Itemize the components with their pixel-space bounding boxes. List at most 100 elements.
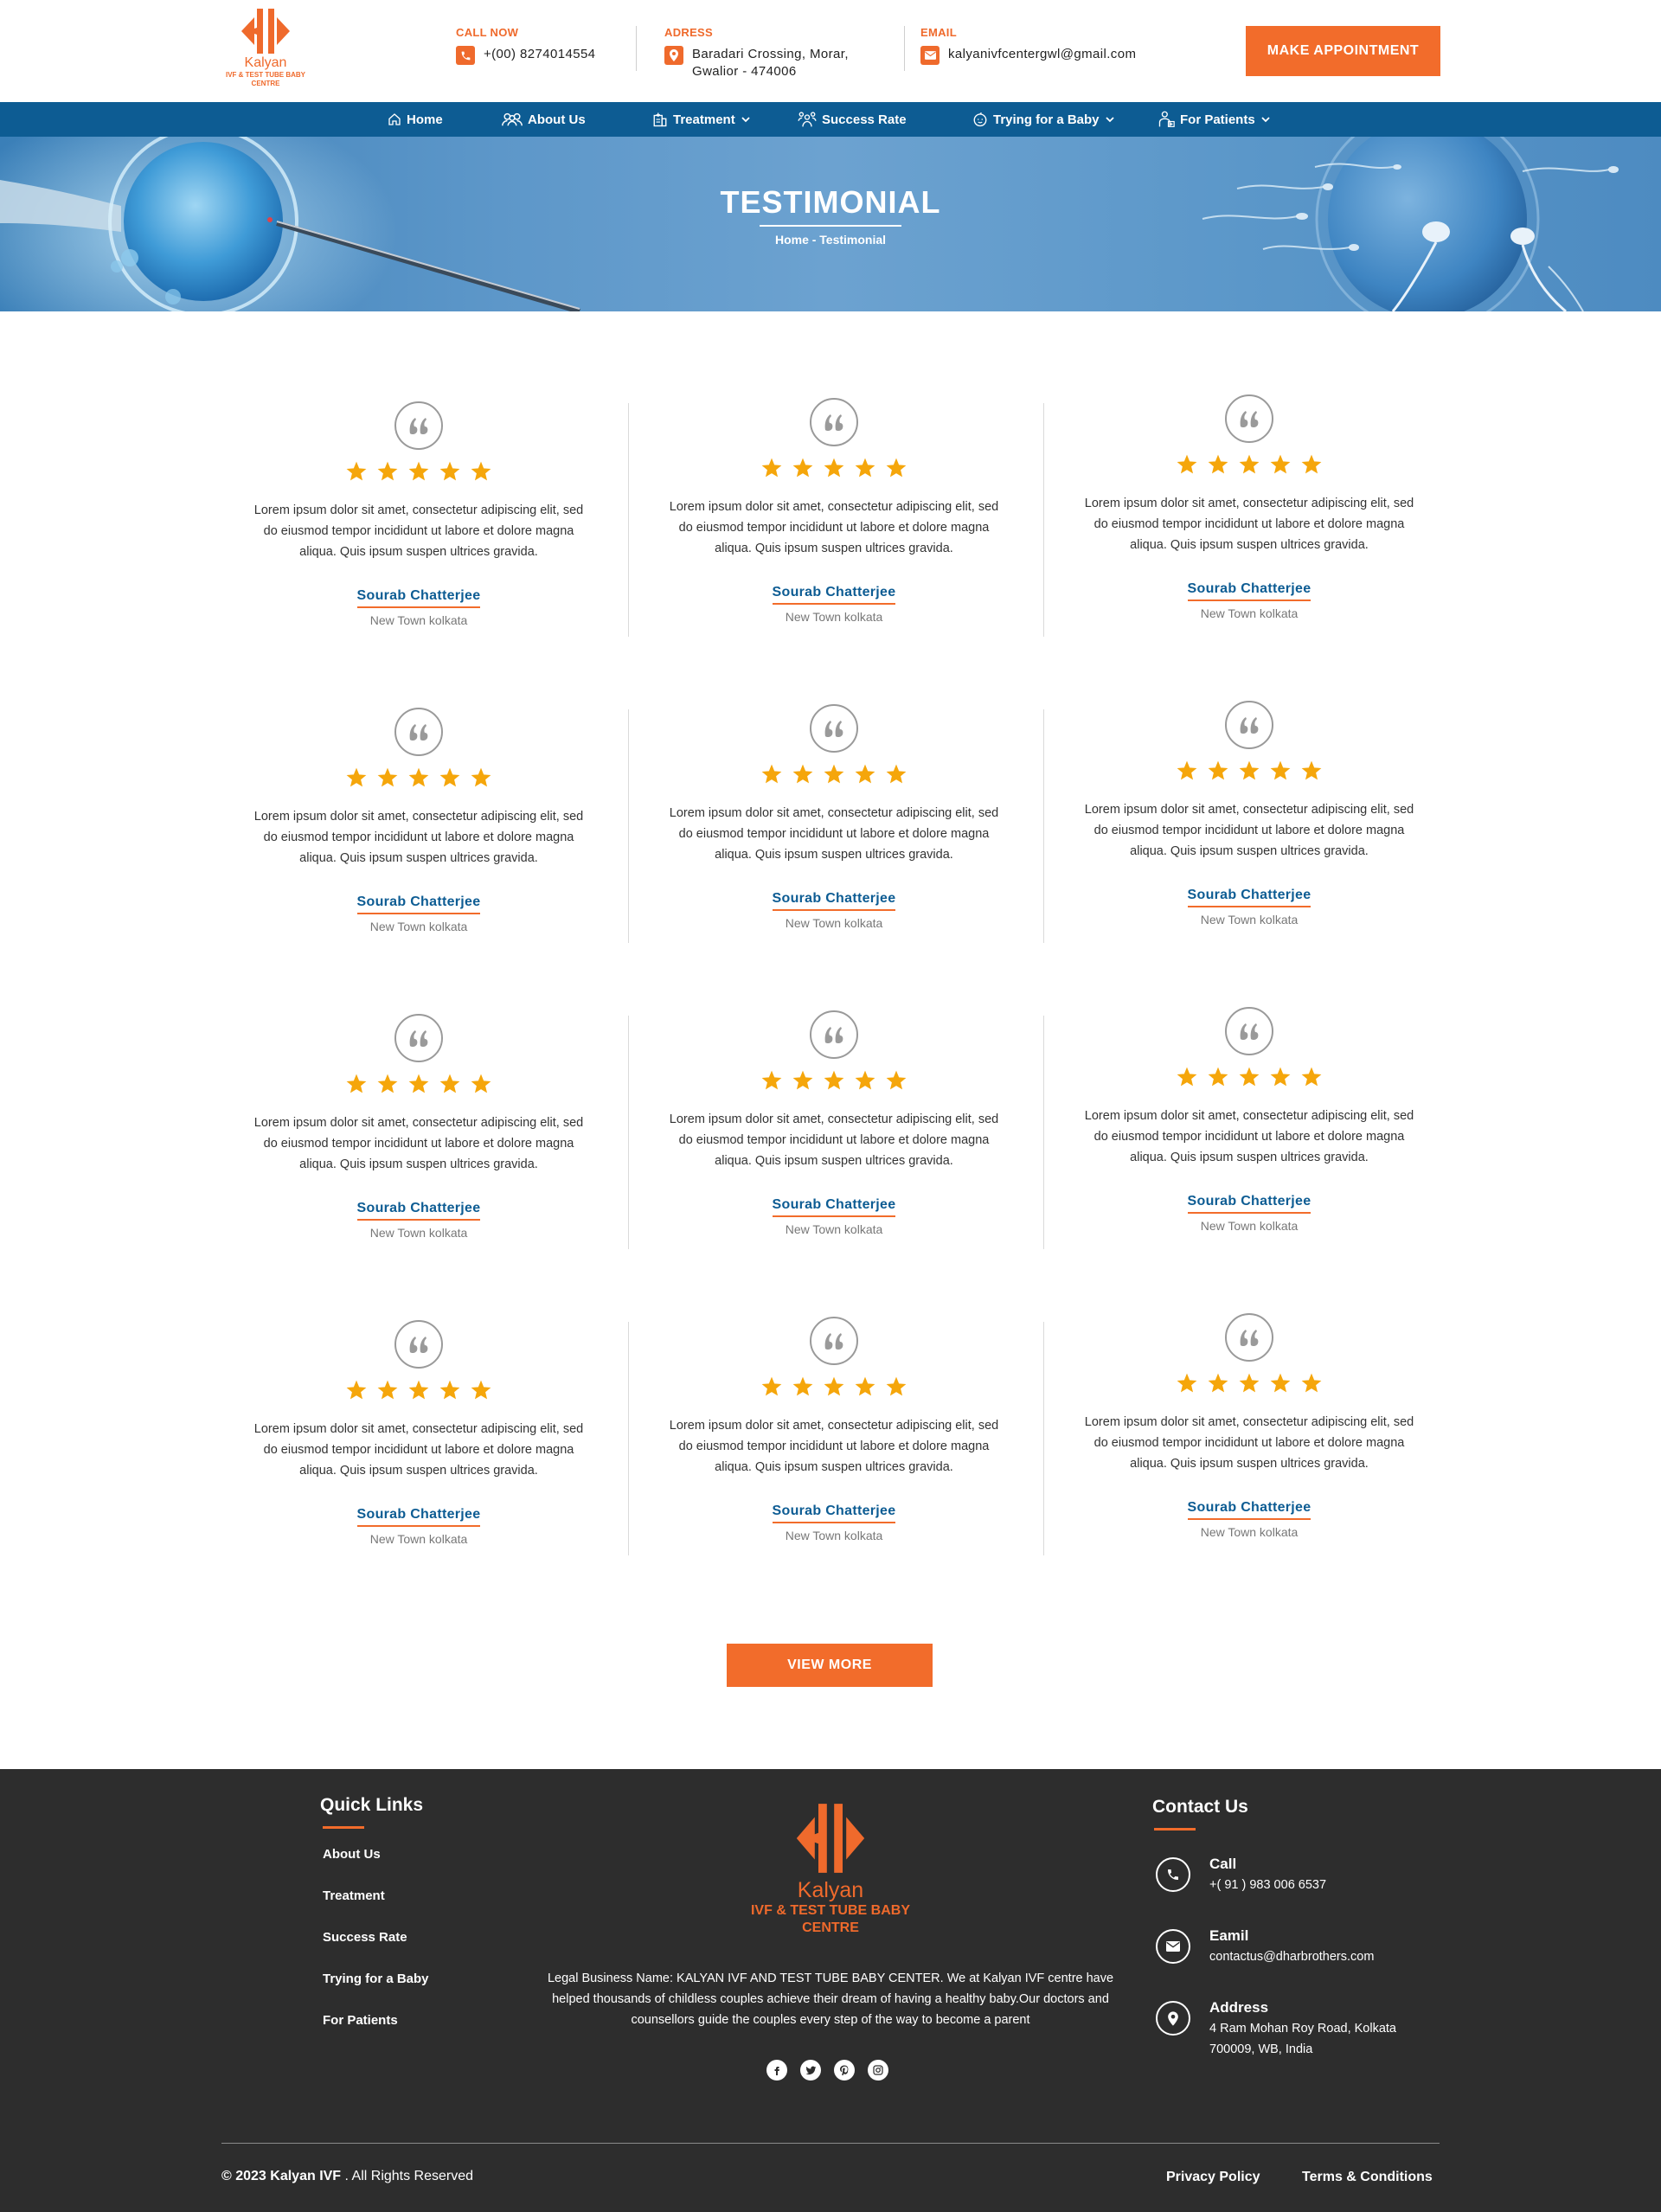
- nav-label-treatment: Treatment: [673, 112, 735, 127]
- star-icon: [818, 1375, 850, 1401]
- star-icon: [787, 457, 818, 483]
- quote-icon: [394, 708, 443, 756]
- star-rating: [211, 1379, 626, 1405]
- testimonial-author[interactable]: Sourab Chatterjee: [356, 894, 481, 914]
- privacy-policy-link[interactable]: Privacy Policy: [1166, 2170, 1260, 2185]
- email-value[interactable]: kalyanivfcentergwl@gmail.com: [948, 46, 1136, 63]
- star-icon: [1234, 1066, 1265, 1092]
- testimonial-card: Lorem ipsum dolor sit amet, consectetur …: [211, 401, 626, 627]
- pinterest-icon[interactable]: [834, 2060, 855, 2081]
- star-icon: [881, 1069, 912, 1095]
- site-logo[interactable]: Kalyan IVF & TEST TUBE BABY CENTRE: [215, 9, 317, 95]
- star-rating: [211, 766, 626, 792]
- testimonial-text: Lorem ipsum dolor sit amet, consectetur …: [1084, 1109, 1414, 1164]
- testimonial-author[interactable]: Sourab Chatterjee: [772, 585, 896, 605]
- quote-icon: [394, 1320, 443, 1369]
- header-divider: [904, 26, 905, 71]
- page-title: TESTIMONIAL: [720, 184, 941, 220]
- testimonial-location: New Town kolkata: [369, 1532, 468, 1546]
- nav-label-for-patients: For Patients: [1180, 112, 1255, 127]
- testimonial-card: Lorem ipsum dolor sit amet, consectetur …: [211, 1014, 626, 1240]
- contact-email-value[interactable]: contactus@dharbrothers.com: [1209, 1946, 1374, 1967]
- breadcrumb[interactable]: Home - Testimonial: [0, 233, 1661, 247]
- testimonial-author[interactable]: Sourab Chatterjee: [772, 891, 896, 911]
- star-icon: [341, 1073, 372, 1099]
- testimonial-author[interactable]: Sourab Chatterjee: [1187, 1500, 1311, 1520]
- star-icon: [756, 1375, 787, 1401]
- terms-conditions-link[interactable]: Terms & Conditions: [1302, 2170, 1433, 2185]
- footer-link-treatment[interactable]: Treatment: [323, 1888, 385, 1903]
- contact-call-value[interactable]: +( 91 ) 983 006 6537: [1209, 1875, 1326, 1895]
- star-icon: [1265, 1372, 1296, 1398]
- home-icon: [388, 113, 401, 125]
- make-appointment-button[interactable]: MAKE APPOINTMENT: [1246, 26, 1440, 76]
- testimonial-text: Lorem ipsum dolor sit amet, consectetur …: [1084, 803, 1414, 858]
- nav-item-trying-for-a-baby[interactable]: Trying for a Baby: [972, 102, 1114, 137]
- footer-link-about-us[interactable]: About Us: [323, 1847, 381, 1862]
- logo-mark: [240, 9, 292, 54]
- testimonial-row: Lorem ipsum dolor sit amet, consectetur …: [211, 394, 1457, 704]
- testimonial-author[interactable]: Sourab Chatterjee: [772, 1197, 896, 1217]
- testimonial-location: New Town kolkata: [369, 1226, 468, 1240]
- view-more-button[interactable]: VIEW MORE: [727, 1644, 933, 1687]
- testimonial-location: New Town kolkata: [369, 920, 468, 933]
- nav-item-for-patients[interactable]: For Patients: [1158, 102, 1270, 137]
- star-icon: [818, 457, 850, 483]
- call-info: CALL NOW +(00) 8274014554: [456, 26, 595, 65]
- star-icon: [850, 1069, 881, 1095]
- star-icon: [434, 460, 465, 486]
- quote-icon: [810, 398, 858, 446]
- testimonial-location: New Town kolkata: [1200, 1525, 1299, 1539]
- mail-icon: [920, 46, 940, 65]
- star-icon: [881, 457, 912, 483]
- header-divider: [636, 26, 637, 71]
- logo-subtitle-line1: IVF & TEST TUBE BABY: [225, 71, 305, 79]
- testimonial-grid: Lorem ipsum dolor sit amet, consectetur …: [211, 394, 1457, 1623]
- testimonial-text: Lorem ipsum dolor sit amet, consectetur …: [253, 810, 584, 865]
- nav-item-home[interactable]: Home: [388, 102, 443, 137]
- site-footer: Quick Links About Us Treatment Success R…: [0, 1769, 1661, 2212]
- star-icon: [1234, 453, 1265, 479]
- star-icon: [1265, 760, 1296, 785]
- testimonial-author[interactable]: Sourab Chatterjee: [356, 1507, 481, 1527]
- contact-call-title: Call: [1209, 1856, 1237, 1872]
- testimonial-author[interactable]: Sourab Chatterjee: [356, 588, 481, 608]
- star-icon: [372, 460, 403, 486]
- star-icon: [372, 766, 403, 792]
- footer-link-success-rate[interactable]: Success Rate: [323, 1930, 407, 1945]
- testimonial-author[interactable]: Sourab Chatterjee: [1187, 888, 1311, 907]
- testimonial-author[interactable]: Sourab Chatterjee: [1187, 1194, 1311, 1214]
- testimonial-author[interactable]: Sourab Chatterjee: [772, 1504, 896, 1523]
- instagram-icon[interactable]: [868, 2060, 888, 2081]
- footer-logo-mark: [794, 1804, 867, 1873]
- star-icon: [1296, 1066, 1327, 1092]
- footer-about-text: Legal Business Name: KALYAN IVF AND TEST…: [547, 1972, 1114, 2027]
- footer-logo[interactable]: Kalyan IVF & TEST TUBE BABY CENTRE: [744, 1804, 917, 1937]
- nav-item-treatment[interactable]: Treatment: [652, 102, 750, 137]
- testimonial-text: Lorem ipsum dolor sit amet, consectetur …: [669, 1112, 999, 1168]
- nav-item-success-rate[interactable]: Success Rate: [798, 102, 907, 137]
- logo-subtitle-line2: CENTRE: [251, 80, 280, 87]
- footer-link-for-patients[interactable]: For Patients: [323, 2013, 398, 2028]
- twitter-icon[interactable]: [800, 2060, 821, 2081]
- star-icon: [1202, 453, 1234, 479]
- testimonial-location: New Town kolkata: [785, 1529, 883, 1542]
- testimonial-card: Lorem ipsum dolor sit amet, consectetur …: [211, 1320, 626, 1546]
- star-icon: [434, 1379, 465, 1405]
- nav-item-about-us[interactable]: About Us: [502, 102, 586, 137]
- call-number[interactable]: +(00) 8274014554: [484, 46, 595, 63]
- copyright-rest: . All Rights Reserved: [341, 2169, 474, 2183]
- testimonial-location: New Town kolkata: [1200, 606, 1299, 620]
- footer-link-trying-for-a-baby[interactable]: Trying for a Baby: [323, 1972, 429, 1986]
- testimonial-author[interactable]: Sourab Chatterjee: [356, 1201, 481, 1221]
- mail-icon: [1156, 1929, 1190, 1964]
- star-icon: [434, 1073, 465, 1099]
- nav-label-about-us: About Us: [528, 112, 586, 127]
- footer-logo-subtitle-line1: IVF & TEST TUBE BABY: [750, 1903, 910, 1918]
- testimonial-text: Lorem ipsum dolor sit amet, consectetur …: [1084, 1415, 1414, 1471]
- facebook-icon[interactable]: [766, 2060, 787, 2081]
- testimonial-author[interactable]: Sourab Chatterjee: [1187, 581, 1311, 601]
- location-pin-icon: [664, 46, 683, 65]
- star-icon: [881, 1375, 912, 1401]
- star-icon: [403, 460, 434, 486]
